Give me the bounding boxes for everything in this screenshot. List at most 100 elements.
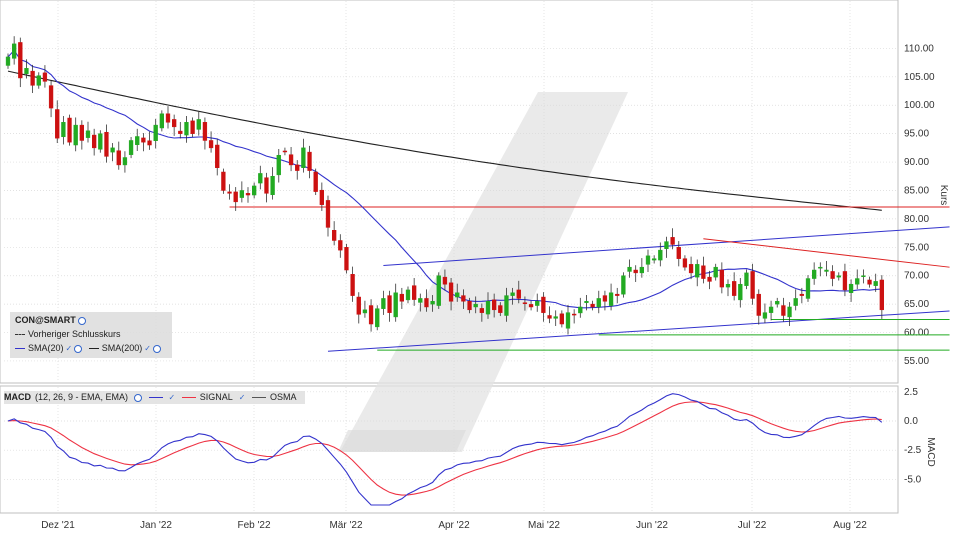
- settings-icon[interactable]: [134, 393, 143, 402]
- price-tick-label: 90.00: [904, 157, 929, 168]
- price-tick-label: 110.00: [904, 43, 934, 54]
- macd-line-icon: [148, 397, 163, 399]
- candle: [196, 119, 201, 130]
- candle: [836, 275, 841, 278]
- candle: [811, 269, 817, 279]
- candle: [688, 264, 694, 274]
- candle: [608, 292, 614, 306]
- candle: [467, 301, 472, 311]
- check-icon: ✓: [238, 393, 246, 402]
- candle: [128, 140, 134, 155]
- candle: [842, 271, 848, 291]
- candle: [824, 269, 829, 272]
- candle: [805, 278, 811, 299]
- check-icon: ✓: [144, 344, 151, 353]
- candle: [793, 298, 798, 306]
- candle: [781, 305, 786, 316]
- candle: [615, 293, 620, 296]
- candle: [55, 109, 60, 139]
- candle: [208, 140, 214, 149]
- candle: [596, 298, 601, 308]
- candle: [424, 298, 429, 308]
- candle: [79, 124, 85, 141]
- chart-area: 110.00 105.00 100.00 95.00 90.00 85.00 80.00 75…: [0, 0, 960, 540]
- check-icon: ✓: [65, 344, 73, 353]
- candle: [147, 140, 152, 146]
- candle: [399, 293, 405, 302]
- candle: [701, 265, 706, 279]
- candle: [750, 271, 755, 299]
- candle: [11, 43, 17, 59]
- chart-svg: 110.00 105.00 100.00 95.00 90.00 85.00 80.00 75…: [0, 0, 950, 531]
- candle: [522, 302, 528, 304]
- candle: [873, 281, 878, 286]
- candle: [178, 130, 183, 134]
- price-tick-label: 70.00: [904, 271, 929, 282]
- macd-legend[interactable]: MACD (12, 26, 9 - EMA, EMA) ✓ SIGNAL ✓ OSM…: [4, 391, 305, 404]
- candle: [658, 249, 663, 261]
- macd-tick-label: 0.0: [904, 416, 918, 427]
- candle: [578, 306, 583, 314]
- candle: [670, 237, 675, 245]
- settings-icon[interactable]: [74, 344, 83, 353]
- candle: [528, 304, 534, 308]
- x-tick-label: Feb '22: [237, 520, 270, 531]
- candle: [861, 275, 866, 277]
- candle: [713, 266, 718, 278]
- candle: [368, 305, 374, 325]
- candle: [165, 113, 171, 123]
- x-tick-label: Mai '22: [528, 520, 560, 531]
- macd-tick-label: 2.5: [904, 387, 918, 398]
- candle: [787, 306, 792, 318]
- settings-icon[interactable]: [152, 344, 161, 353]
- candle: [288, 154, 294, 166]
- candle: [36, 75, 41, 86]
- candle: [393, 292, 398, 318]
- candle: [867, 279, 872, 285]
- candle: [553, 316, 558, 319]
- candle: [411, 285, 417, 300]
- candle: [153, 124, 158, 142]
- candle: [448, 282, 454, 302]
- candle: [258, 173, 263, 184]
- candle: [344, 247, 349, 271]
- candle: [442, 276, 448, 285]
- candle: [350, 274, 355, 296]
- price-tick-label: 100.00: [904, 100, 935, 111]
- candle: [633, 269, 638, 274]
- sma200-line-icon: [88, 348, 99, 350]
- candle: [375, 308, 380, 328]
- candle: [639, 266, 645, 274]
- x-tick-label: Dez '21: [41, 520, 75, 531]
- candle: [61, 122, 66, 138]
- candle: [159, 113, 165, 129]
- candle: [676, 247, 681, 259]
- candle: [621, 275, 626, 295]
- candle: [848, 283, 854, 294]
- candle: [695, 264, 700, 278]
- sma20-line-icon: [15, 348, 25, 350]
- osma-line-icon: [252, 397, 266, 399]
- candle: [516, 289, 521, 299]
- candle: [387, 295, 392, 313]
- macd-tick-label: -5.0: [904, 474, 922, 485]
- x-tick-label: Apr '22: [438, 520, 470, 531]
- price-tick-label: 95.00: [904, 129, 929, 140]
- candle: [405, 289, 411, 301]
- macd-legend-params: (12, 26, 9 - EMA, EMA): [35, 392, 129, 402]
- candle: [325, 200, 331, 228]
- macd-legend-osma: OSMA: [270, 392, 297, 402]
- legend-prev-close: Vorheriger Schlusskurs: [15, 328, 121, 340]
- price-legend[interactable]: CON@SMART Vorheriger Schlusskurs SMA(20)…: [10, 312, 172, 358]
- candle: [98, 133, 103, 150]
- candle: [202, 122, 208, 141]
- signal-line-icon: [181, 397, 196, 399]
- candle: [744, 272, 749, 286]
- settings-icon[interactable]: [77, 316, 86, 325]
- price-axis-title: Kurs: [938, 185, 949, 206]
- macd-tick-label: -2.5: [904, 445, 922, 456]
- candle: [879, 279, 885, 311]
- candle: [227, 191, 232, 194]
- candle: [295, 164, 300, 171]
- x-tick-label: Aug '22: [833, 520, 867, 531]
